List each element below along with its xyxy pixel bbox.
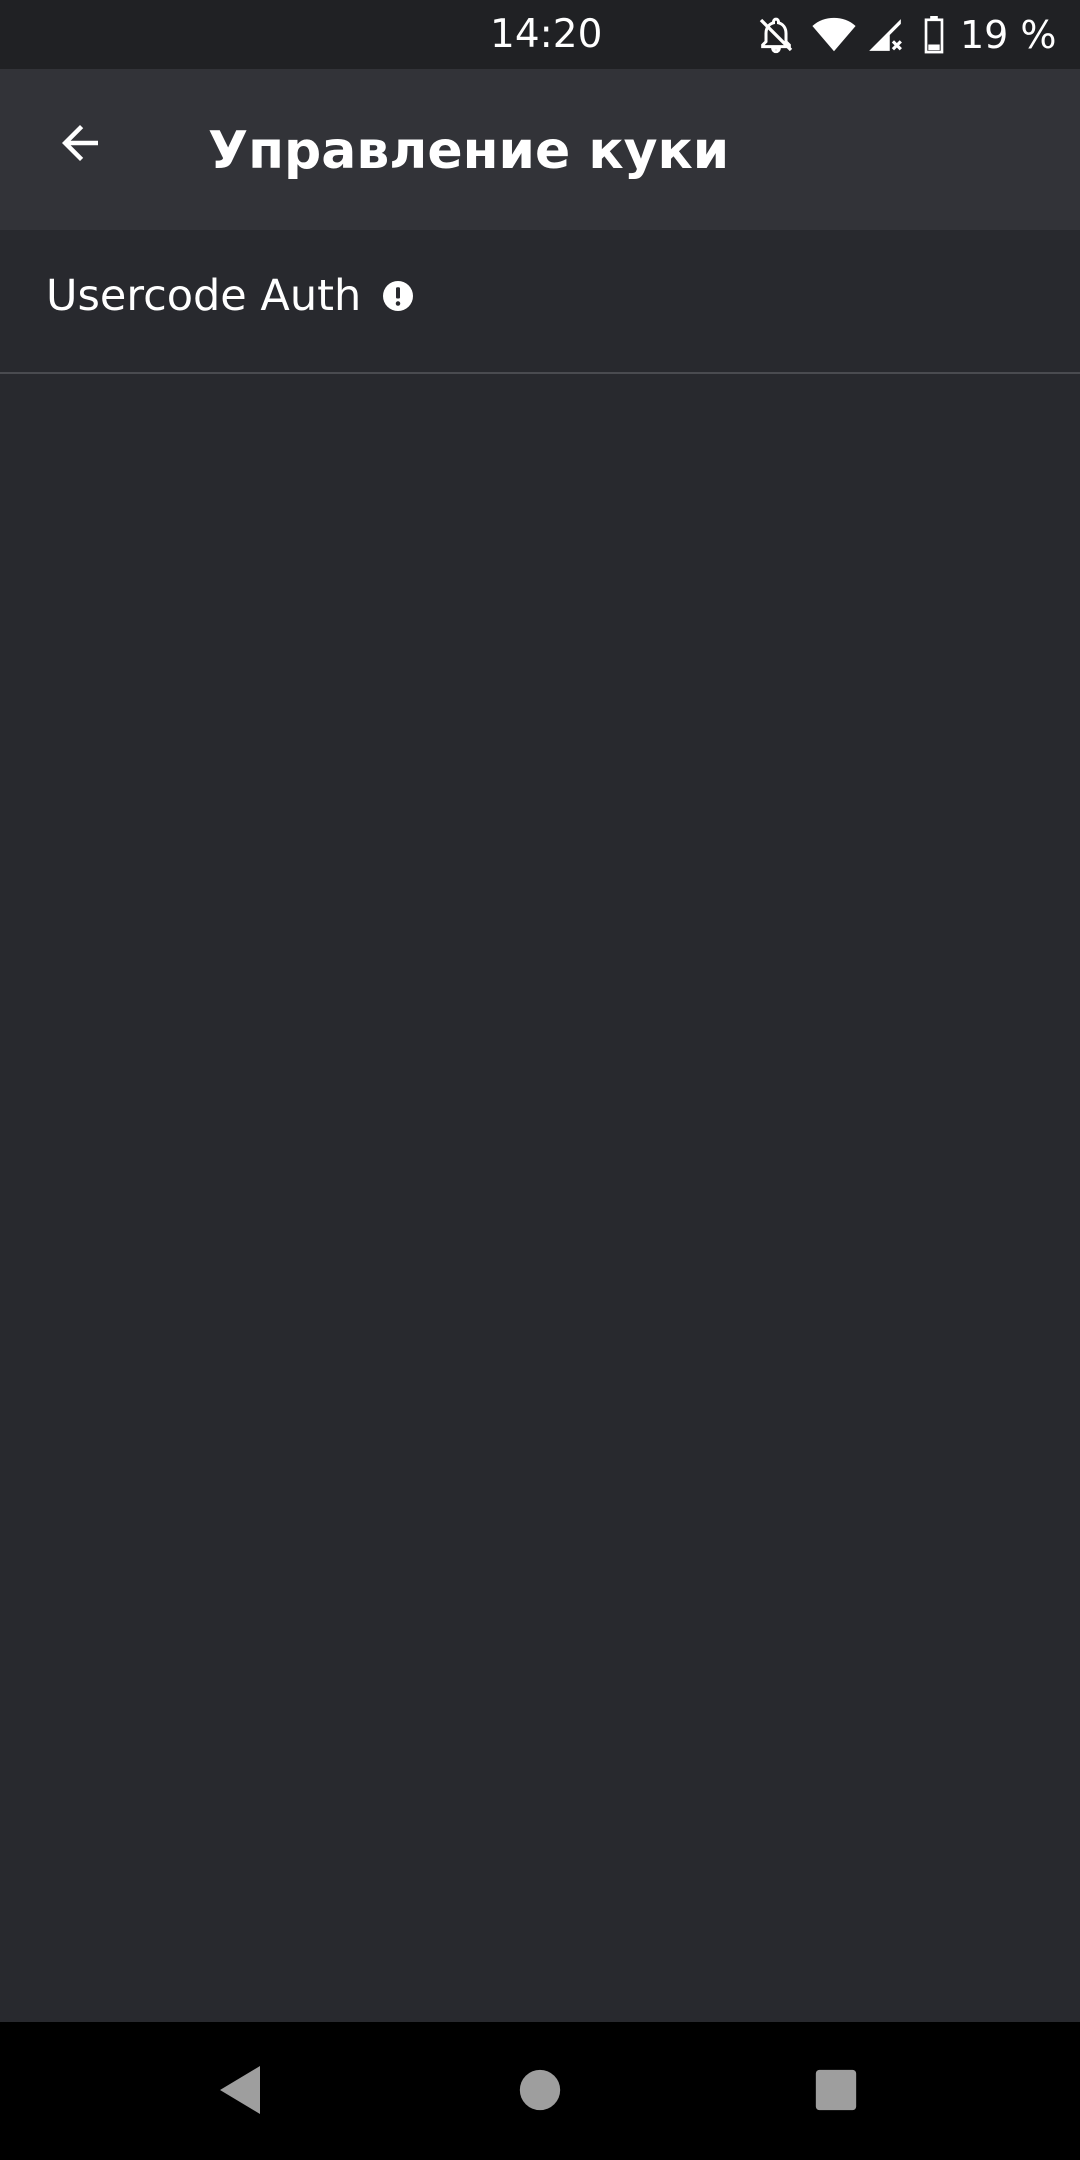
home-circle-icon xyxy=(518,2068,562,2116)
list-item[interactable]: Usercode Auth xyxy=(0,220,1080,374)
toolbar: Управление куки xyxy=(0,69,1080,230)
cookie-list: Usercode Auth xyxy=(0,230,1080,374)
info-icon xyxy=(383,281,414,311)
wifi-icon xyxy=(812,17,856,53)
page-title: Управление куки xyxy=(208,121,730,181)
nav-recents-button[interactable] xyxy=(796,2052,876,2132)
status-icons: 19 % xyxy=(756,14,1057,56)
status-time: 14:20 xyxy=(490,12,603,57)
status-bar: 14:20 19 % xyxy=(0,0,1080,69)
arrow-back-icon xyxy=(53,116,107,174)
nav-back-button[interactable] xyxy=(200,2052,280,2132)
notifications-off-icon xyxy=(756,15,796,55)
battery-percent: 19 % xyxy=(960,13,1057,57)
list-item-label: Usercode Auth xyxy=(46,271,362,321)
nav-home-button[interactable] xyxy=(500,2052,580,2132)
navigation-bar xyxy=(0,2022,1080,2160)
back-button[interactable] xyxy=(40,105,120,185)
battery-icon xyxy=(924,16,944,54)
signal-no-data-icon xyxy=(866,16,904,54)
back-triangle-icon xyxy=(216,2064,264,2120)
recents-square-icon xyxy=(814,2068,858,2116)
